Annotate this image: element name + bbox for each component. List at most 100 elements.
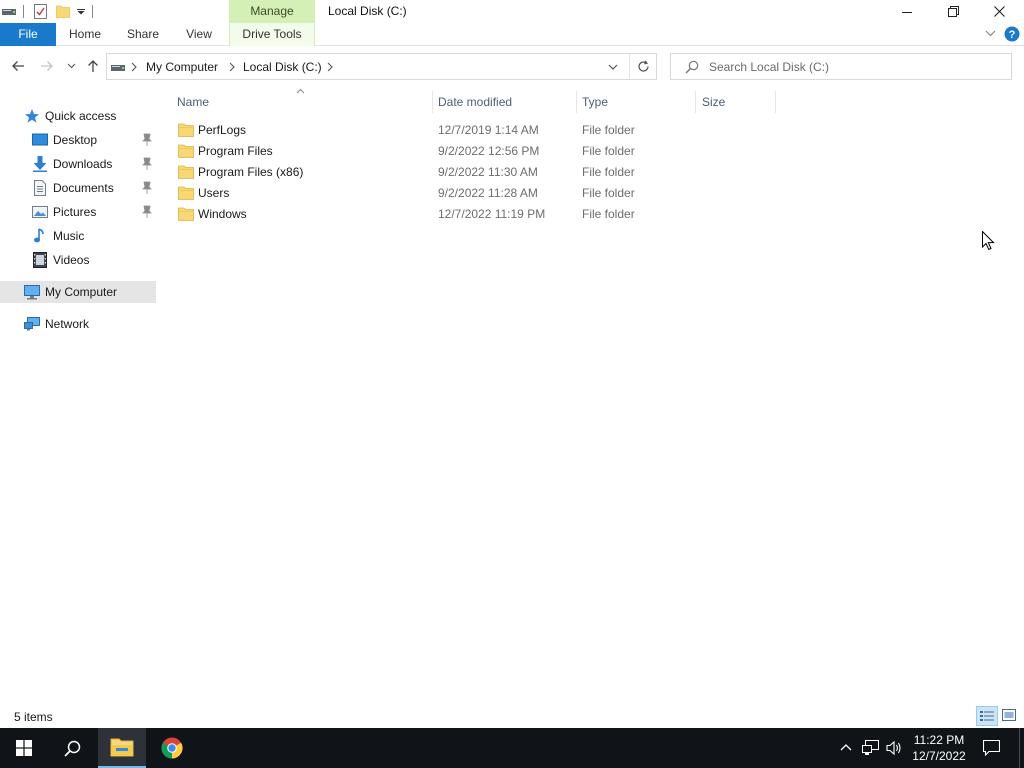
search-icon [63,740,81,757]
table-row[interactable]: Program Files 9/2/2022 12:56 PM File fol… [172,141,772,162]
volume-icon[interactable] [886,740,902,756]
column-header-date-modified[interactable]: Date modified [433,88,576,116]
recent-locations-button[interactable] [62,56,80,76]
network-icon [24,316,40,332]
sidebar-item-pictures[interactable]: Pictures [0,201,156,223]
sidebar-item-documents[interactable]: Documents [0,177,156,199]
show-desktop-button[interactable] [1019,728,1020,768]
file-type: File folder [582,207,635,221]
back-button[interactable] [8,56,28,76]
sidebar-item-music[interactable]: Music [0,225,156,247]
restore-button[interactable] [930,0,976,23]
start-button[interactable] [0,728,48,768]
sidebar-item-desktop[interactable]: Desktop [0,129,156,151]
tab-share[interactable]: Share [118,23,168,46]
column-header-type[interactable]: Type [577,88,695,116]
file-name: Program Files [198,144,273,158]
sidebar-item-label: Quick access [45,109,117,123]
column-header-name[interactable]: Name [166,88,432,116]
folder-icon [178,144,194,158]
tab-drive-tools[interactable]: Drive Tools [229,23,315,46]
taskbar-file-explorer[interactable] [98,728,146,768]
sidebar-item-downloads[interactable]: Downloads [0,153,156,175]
videos-icon [32,252,48,268]
sidebar-item-label: Pictures [53,205,97,219]
pin-icon[interactable] [141,205,153,219]
tab-manage[interactable]: Manage [229,0,315,23]
pin-icon[interactable] [141,133,153,147]
ribbon-tabs: File Home Share View Drive Tools ? [0,23,1024,46]
address-divider [629,54,630,79]
svg-text:?: ? [1009,29,1016,41]
search-input[interactable] [709,59,999,75]
breadcrumb-local-disk[interactable]: Local Disk (C:) [243,60,322,74]
folder-icon [178,186,194,200]
music-icon [32,228,48,244]
customize-qat-icon[interactable] [77,9,85,15]
large-icons-view-button[interactable] [1002,709,1016,721]
file-type: File folder [582,144,635,158]
tab-view[interactable]: View [176,23,222,46]
address-bar[interactable]: My Computer Local Disk (C:) [106,53,657,80]
pin-icon[interactable] [141,181,153,195]
file-name: Users [198,186,230,200]
drive-icon[interactable] [2,6,16,17]
column-header-label: Name [177,95,210,109]
taskbar-chrome[interactable] [148,728,196,768]
clock-date: 12/7/2022 [912,749,966,763]
clock-time: 11:22 PM [913,733,965,747]
sidebar-item-label: Music [53,229,85,243]
back-arrow-icon [11,60,25,72]
search-box[interactable] [670,53,1012,80]
tab-home[interactable]: Home [60,23,110,46]
sidebar-item-label: Downloads [53,157,113,171]
action-center-icon[interactable] [983,740,1000,756]
sidebar-item-videos[interactable]: Videos [0,249,156,271]
file-date: 12/7/2019 1:14 AM [438,123,539,137]
help-icon[interactable]: ? [1004,26,1020,42]
table-row[interactable]: Users 9/2/2022 11:28 AM File folder [172,183,772,204]
new-folder-icon[interactable] [56,5,70,18]
address-history-icon[interactable] [608,64,618,70]
close-button[interactable] [976,0,1022,23]
up-button[interactable] [83,56,103,76]
sidebar-item-my-computer[interactable]: My Computer [0,281,156,303]
documents-icon [32,180,48,196]
network-status-icon[interactable] [862,740,880,756]
column-divider[interactable] [775,91,776,113]
details-view-button[interactable] [976,706,998,726]
table-row[interactable]: Windows 12/7/2022 11:19 PM File folder [172,204,772,225]
breadcrumb-chevron-icon[interactable] [229,62,235,72]
breadcrumb-my-computer[interactable]: My Computer [146,60,218,74]
table-row[interactable]: Program Files (x86) 9/2/2022 11:30 AM Fi… [172,162,772,183]
taskbar: 11:22 PM 12/7/2022 [0,728,1024,768]
breadcrumb-chevron-icon[interactable] [327,62,333,72]
restore-icon [947,6,959,17]
properties-icon[interactable] [34,4,47,19]
file-date: 12/7/2022 11:19 PM [438,207,546,221]
sidebar-item-quick-access[interactable]: Quick access [0,105,156,127]
file-explorer-icon [110,737,134,757]
column-header-size[interactable]: Size [696,88,775,116]
clock[interactable]: 11:22 PM 12/7/2022 [906,732,972,764]
minimize-button[interactable] [884,0,930,23]
close-icon [993,6,1005,17]
show-hidden-icons-icon[interactable] [840,743,852,751]
breadcrumb-chevron-icon[interactable] [131,62,137,72]
expand-ribbon-icon[interactable] [985,30,996,37]
file-name: Program Files (x86) [198,165,304,179]
sidebar-item-label: Videos [53,253,90,267]
file-name: Windows [198,207,247,221]
windows-logo-icon [16,740,32,756]
pin-icon[interactable] [141,157,153,171]
folder-icon [178,207,194,221]
file-type: File folder [582,186,635,200]
sidebar-item-network[interactable]: Network [0,313,156,335]
minimize-icon [902,7,912,17]
forward-button[interactable] [37,56,57,76]
search-button[interactable] [48,728,96,768]
column-header-label: Type [582,95,609,109]
refresh-icon[interactable] [637,60,650,73]
tab-file[interactable]: File [0,23,56,46]
table-row[interactable]: PerfLogs 12/7/2019 1:14 AM File folder [172,120,772,141]
